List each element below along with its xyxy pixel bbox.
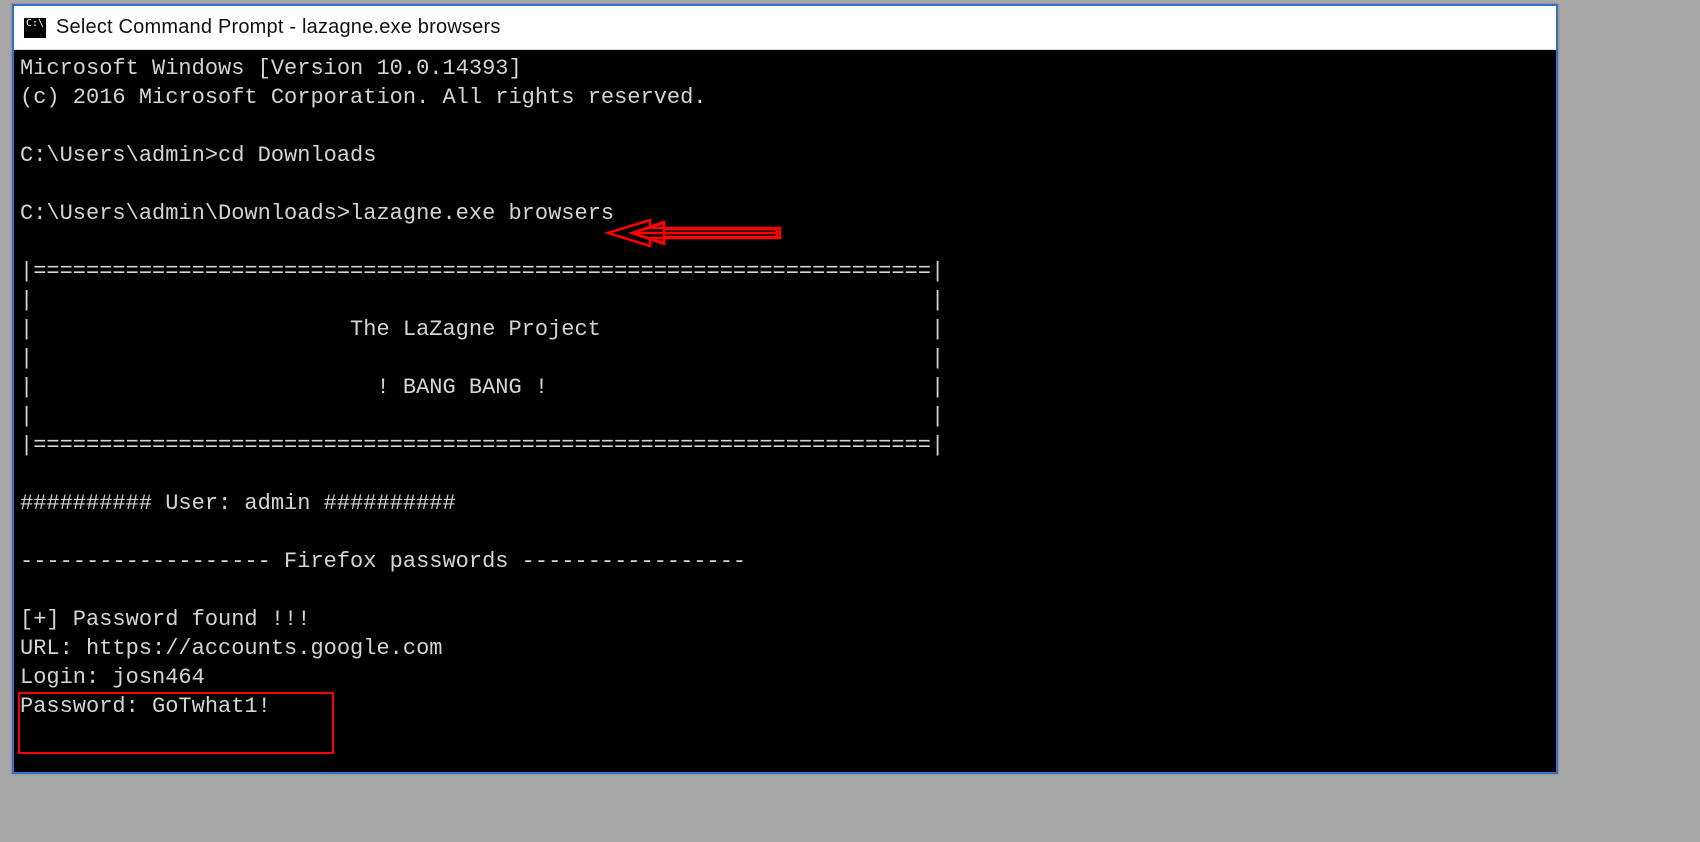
line-banner-bot: |=======================================… <box>20 433 944 458</box>
line-banner-pad: | | <box>20 288 944 313</box>
line-section: ------------------- Firefox passwords --… <box>20 549 746 574</box>
line-login: Login: josn464 <box>20 665 205 690</box>
line-banner-title: | The LaZagne Project | <box>20 317 944 342</box>
line-copyright: (c) 2016 Microsoft Corporation. All righ… <box>20 85 707 110</box>
line-password: Password: GoTwhat1! <box>20 694 271 719</box>
line-banner-pad: | | <box>20 346 944 371</box>
cmd-icon <box>24 18 46 38</box>
window-title: Select Command Prompt - lazagne.exe brow… <box>56 16 501 39</box>
line-found: [+] Password found !!! <box>20 607 310 632</box>
line-user-header: ########## User: admin ########## <box>20 491 456 516</box>
line-os-version: Microsoft Windows [Version 10.0.14393] <box>20 56 522 81</box>
line-url: URL: https://accounts.google.com <box>20 636 442 661</box>
line-banner-top: |=======================================… <box>20 259 944 284</box>
line-prompt-lazagne: C:\Users\admin\Downloads>lazagne.exe bro… <box>20 201 614 226</box>
terminal-output[interactable]: Microsoft Windows [Version 10.0.14393] (… <box>14 50 1556 772</box>
command-prompt-window: Select Command Prompt - lazagne.exe brow… <box>12 4 1558 774</box>
line-banner-bang: | ! BANG BANG ! | <box>20 375 944 400</box>
line-banner-pad: | | <box>20 404 944 429</box>
line-prompt-cd: C:\Users\admin>cd Downloads <box>20 143 376 168</box>
titlebar[interactable]: Select Command Prompt - lazagne.exe brow… <box>14 6 1556 50</box>
